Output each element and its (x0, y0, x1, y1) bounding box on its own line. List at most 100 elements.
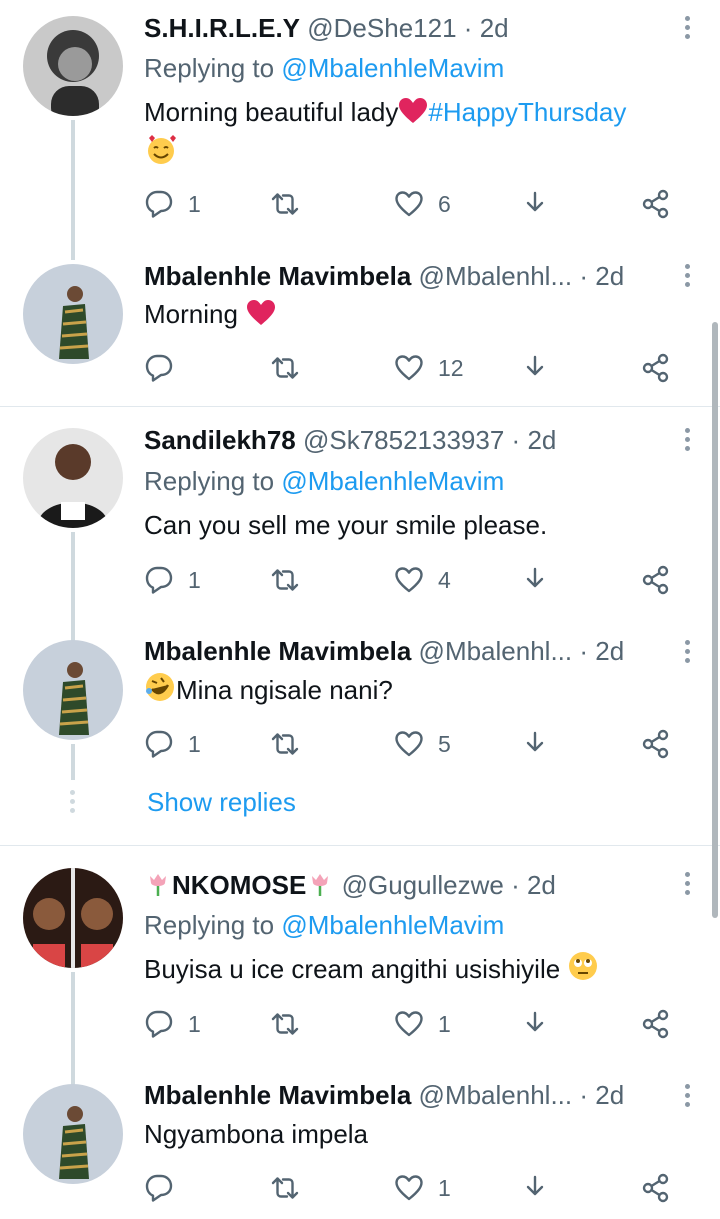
retweet-button[interactable] (270, 724, 300, 764)
reply-button[interactable] (144, 348, 188, 388)
avatar[interactable] (23, 16, 123, 116)
reply-icon (145, 190, 173, 218)
share-button[interactable] (520, 724, 550, 764)
tweet-text-body: Morning beautiful lady (144, 97, 399, 127)
retweet-button[interactable] (270, 348, 300, 388)
reply-button[interactable]: 1 (144, 724, 201, 764)
timestamp[interactable]: 2d (595, 1080, 624, 1110)
timestamp[interactable]: 2d (595, 636, 624, 666)
display-name[interactable]: S.H.I.R.L.E.Y (144, 13, 300, 43)
timestamp[interactable]: 2d (595, 261, 624, 291)
like-button[interactable]: 6 (394, 184, 451, 224)
like-button[interactable]: 4 (394, 560, 451, 600)
display-name[interactable]: Mbalenhle Mavimbela (144, 1080, 411, 1110)
tweet-header: Sandilekh78 @Sk7852133937 · 2d (144, 424, 660, 456)
avatar[interactable] (23, 640, 123, 740)
display-name[interactable]: Mbalenhle Mavimbela (144, 636, 411, 666)
timestamp[interactable]: 2d (527, 425, 556, 455)
timestamp[interactable]: 2d (527, 870, 556, 900)
thread-continuation-dots (70, 790, 76, 817)
reply-button[interactable]: 1 (144, 1004, 201, 1044)
more-share-button[interactable] (640, 1004, 670, 1044)
show-replies-link[interactable]: Show replies (147, 786, 296, 818)
share-button[interactable] (520, 1168, 550, 1208)
avatar[interactable] (23, 428, 123, 528)
like-icon (395, 567, 423, 593)
like-icon (395, 731, 423, 757)
user-handle[interactable]: @Sk7852133937 (303, 425, 504, 455)
rofl-emoji-icon (146, 673, 174, 701)
like-count: 6 (438, 190, 451, 217)
red-heart-icon (399, 98, 428, 123)
user-handle[interactable]: @Mbalenhl... (419, 636, 573, 666)
display-name[interactable]: NKOMOSE (172, 870, 306, 900)
retweet-button[interactable] (270, 1168, 300, 1208)
replying-to: Replying to @MbalenhleMavim (144, 465, 504, 497)
avatar[interactable] (23, 868, 123, 968)
reply-button[interactable]: 1 (144, 184, 201, 224)
more-share-button[interactable] (640, 348, 670, 388)
tweet-header: Mbalenhle Mavimbela @Mbalenhl... · 2d (144, 260, 660, 292)
tweet-text: Morning beautiful lady #HappyThursday (144, 92, 680, 173)
tweet-text: Mina ngisale nani? (144, 670, 680, 710)
display-name[interactable]: Sandilekh78 (144, 425, 296, 455)
tweet-reply-mbalenhle[interactable]: Mbalenhle Mavimbela @Mbalenhl... · 2d Ng… (0, 1068, 720, 1219)
reply-button[interactable]: 1 (144, 560, 201, 600)
more-options-icon[interactable] (682, 264, 692, 291)
tweet-sandilekh78[interactable]: Sandilekh78 @Sk7852133937 · 2d Replying … (0, 412, 720, 642)
like-icon (395, 191, 423, 217)
more-options-icon[interactable] (682, 872, 692, 899)
user-handle[interactable]: @Mbalenhl... (419, 1080, 573, 1110)
mention-link[interactable]: @MbalenhleMavim (281, 53, 504, 83)
more-options-icon[interactable] (682, 1084, 692, 1111)
thread-line (71, 120, 75, 260)
more-options-icon[interactable] (682, 428, 692, 455)
like-button[interactable]: 1 (394, 1004, 451, 1044)
retweet-button[interactable] (270, 560, 300, 600)
retweet-button[interactable] (270, 184, 300, 224)
retweet-button[interactable] (270, 1004, 300, 1044)
tweet-actions: 1 4 (144, 560, 684, 600)
share-button[interactable] (520, 348, 550, 388)
timestamp[interactable]: 2d (480, 13, 509, 43)
like-count: 12 (438, 354, 464, 381)
avatar-image (23, 640, 123, 740)
tweet-gugullezwe[interactable]: NKOMOSE @Gugullezwe · 2d Replying to @Mb… (0, 856, 720, 1086)
more-icon (642, 189, 669, 219)
like-button[interactable]: 1 (394, 1168, 451, 1208)
share-button[interactable] (520, 184, 550, 224)
reply-icon (145, 1010, 173, 1038)
share-button[interactable] (520, 560, 550, 600)
reply-button[interactable] (144, 1168, 188, 1208)
replying-to: Replying to @MbalenhleMavim (144, 909, 504, 941)
user-handle[interactable]: @DeShe121 (307, 13, 456, 43)
more-share-button[interactable] (640, 724, 670, 764)
like-button[interactable]: 5 (394, 724, 451, 764)
tweet-reply-mbalenhle[interactable]: Mbalenhle Mavimbela @Mbalenhl... · 2d Mo… (0, 248, 720, 408)
like-button[interactable]: 12 (394, 348, 464, 388)
tweet-reply-mbalenhle[interactable]: Mbalenhle Mavimbela @Mbalenhl... · 2d Mi… (0, 624, 720, 780)
user-handle[interactable]: @Gugullezwe (342, 870, 504, 900)
user-handle[interactable]: @Mbalenhl... (419, 261, 573, 291)
tweet-text-body: Can you sell me your smile please. (144, 510, 548, 540)
avatar[interactable] (23, 1084, 123, 1184)
avatar[interactable] (23, 264, 123, 364)
more-share-button[interactable] (640, 1168, 670, 1208)
display-name[interactable]: Mbalenhle Mavimbela (144, 261, 411, 291)
reply-icon (145, 730, 173, 758)
more-share-button[interactable] (640, 184, 670, 224)
mention-link[interactable]: @MbalenhleMavim (281, 466, 504, 496)
reply-count: 1 (188, 730, 201, 757)
share-button[interactable] (520, 1004, 550, 1044)
tweet-deshe121[interactable]: S.H.I.R.L.E.Y @DeShe121 · 2d Replying to… (0, 0, 720, 260)
scrollbar[interactable] (712, 322, 718, 918)
separator-dot: · (511, 425, 521, 455)
more-options-icon[interactable] (682, 16, 692, 43)
more-share-button[interactable] (640, 560, 670, 600)
avatar-image (23, 16, 123, 116)
mention-link[interactable]: @MbalenhleMavim (281, 910, 504, 940)
more-icon (642, 729, 669, 759)
hashtag-link[interactable]: #HappyThursday (428, 97, 626, 127)
like-icon (395, 1175, 423, 1201)
more-options-icon[interactable] (682, 640, 692, 667)
